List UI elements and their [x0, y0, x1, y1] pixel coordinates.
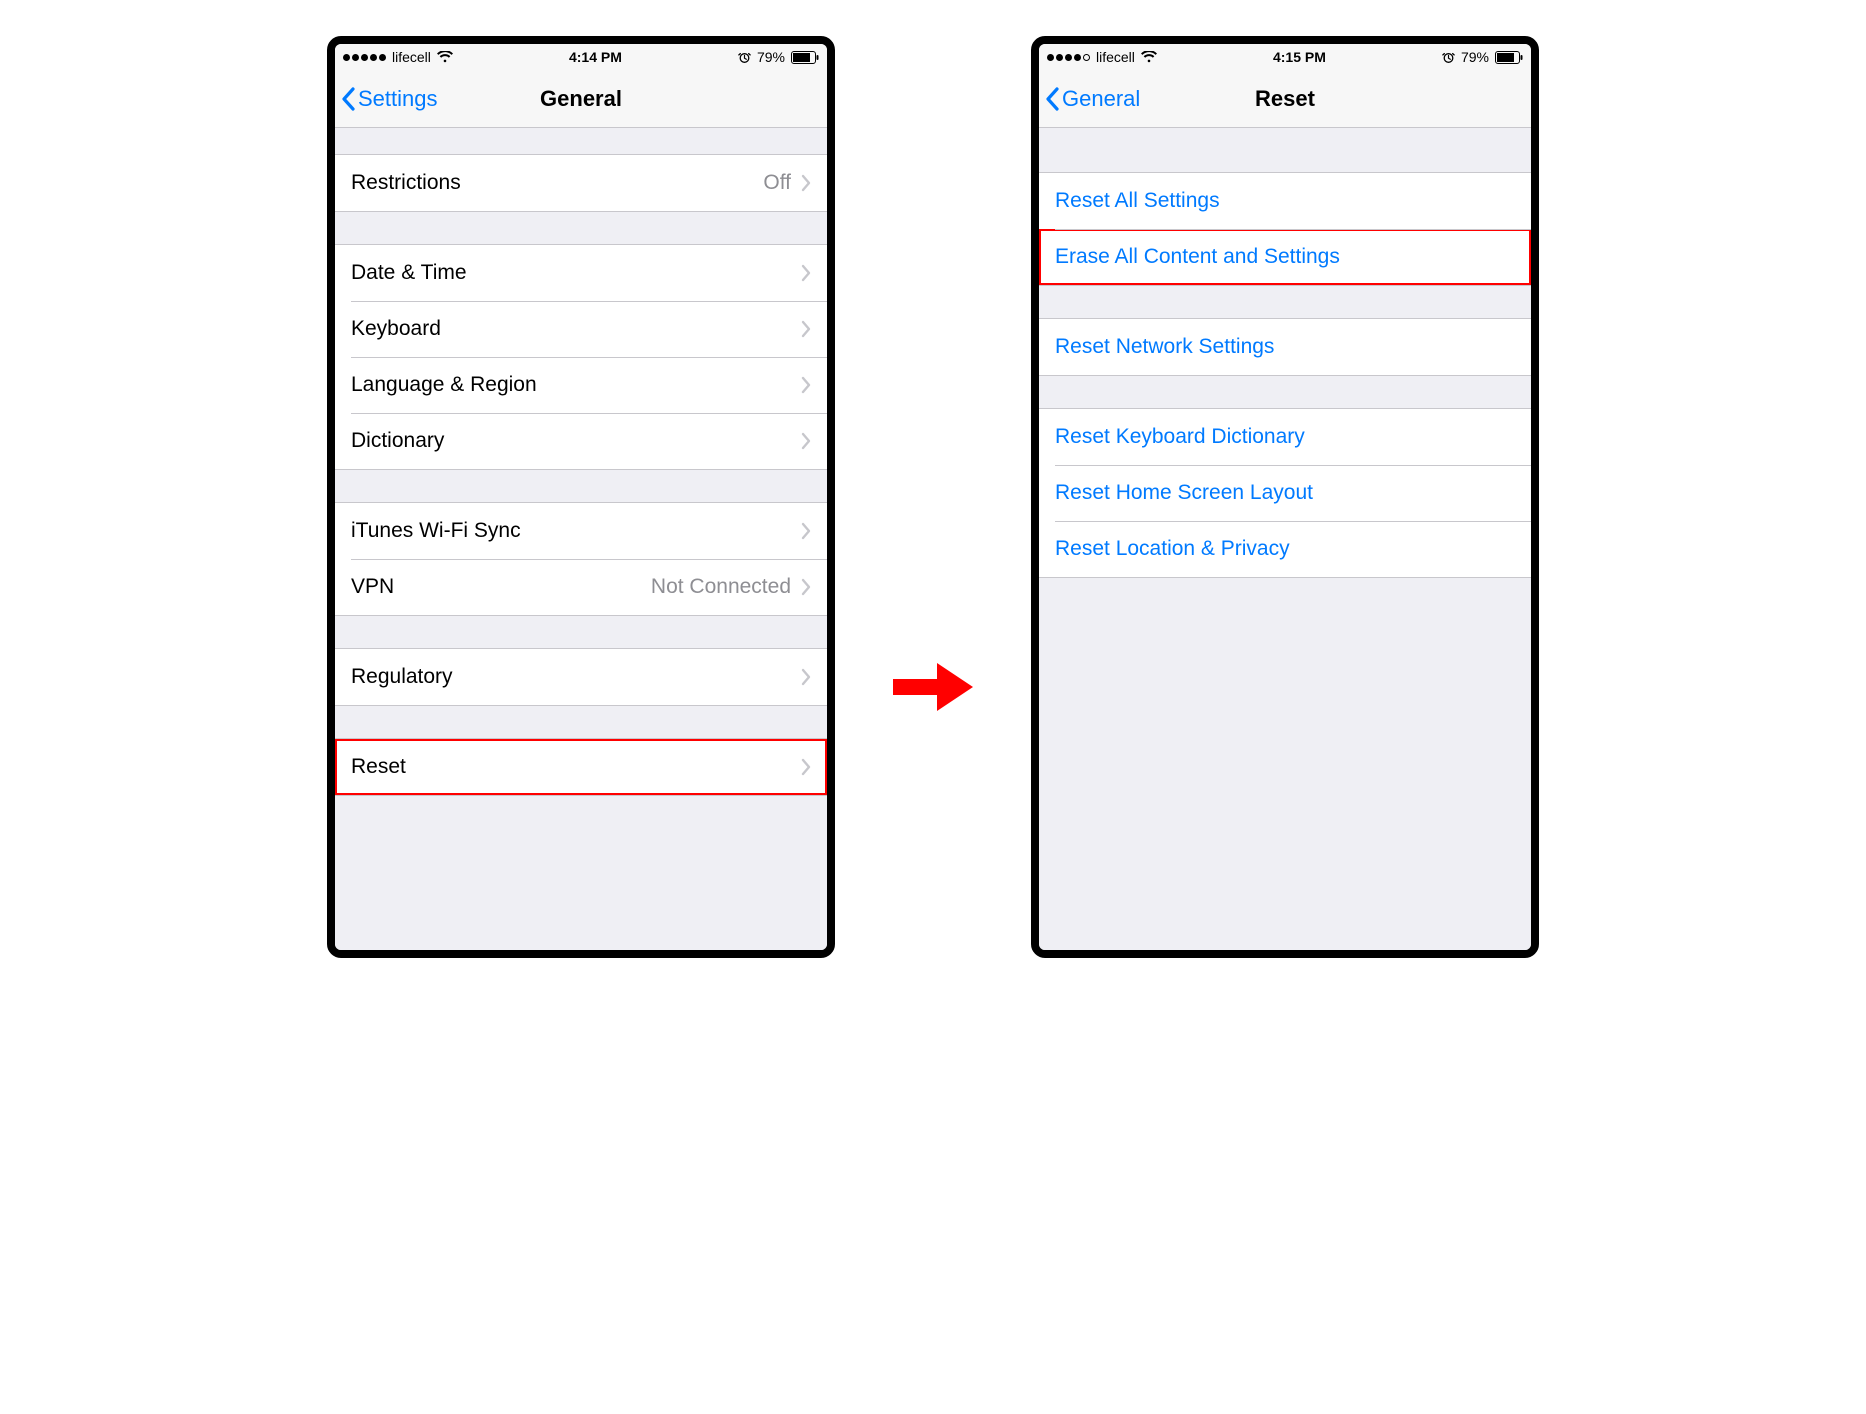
battery-percent-label: 79%	[757, 49, 785, 66]
signal-icon	[1047, 54, 1090, 61]
row-label: Reset Home Screen Layout	[1055, 480, 1515, 505]
back-button[interactable]: Settings	[341, 86, 438, 112]
nav-bar: Settings General	[335, 72, 827, 128]
settings-group: Reset All Settings Erase All Content and …	[1039, 172, 1531, 286]
row-reset-location-privacy[interactable]: Reset Location & Privacy	[1039, 521, 1531, 577]
chevron-right-icon	[801, 432, 811, 450]
row-label: Restrictions	[351, 170, 763, 195]
row-reset-home-screen-layout[interactable]: Reset Home Screen Layout	[1039, 465, 1531, 521]
wifi-icon	[437, 51, 453, 63]
status-bar: lifecell 4:14 PM 79%	[335, 44, 827, 72]
row-vpn[interactable]: VPNNot Connected	[335, 559, 827, 615]
row-itunes-wi-fi-sync[interactable]: iTunes Wi-Fi Sync	[335, 503, 827, 559]
row-value: Off	[763, 170, 791, 195]
nav-bar: General Reset	[1039, 72, 1531, 128]
row-reset-network-settings[interactable]: Reset Network Settings	[1039, 319, 1531, 375]
row-value: Not Connected	[651, 574, 791, 599]
clock-label: 4:15 PM	[1273, 49, 1326, 66]
chevron-right-icon	[801, 264, 811, 282]
settings-group: RestrictionsOff	[335, 154, 827, 212]
row-label: Keyboard	[351, 316, 801, 341]
alarm-icon	[738, 51, 751, 64]
carrier-label: lifecell	[1096, 49, 1135, 66]
clock-label: 4:14 PM	[569, 49, 622, 66]
carrier-label: lifecell	[392, 49, 431, 66]
settings-group: Reset Network Settings	[1039, 318, 1531, 376]
battery-percent-label: 79%	[1461, 49, 1489, 66]
row-label: Dictionary	[351, 428, 801, 453]
wifi-icon	[1141, 51, 1157, 63]
row-label: Reset Network Settings	[1055, 334, 1515, 359]
battery-icon	[1495, 51, 1523, 64]
phone-general: lifecell 4:14 PM 79% Se	[327, 36, 835, 958]
battery-icon	[791, 51, 819, 64]
settings-group: Regulatory	[335, 648, 827, 706]
back-label: General	[1062, 86, 1140, 112]
row-label: Erase All Content and Settings	[1055, 244, 1515, 269]
arrow-right-icon	[891, 657, 975, 717]
row-reset[interactable]: Reset	[335, 739, 827, 795]
row-restrictions[interactable]: RestrictionsOff	[335, 155, 827, 211]
chevron-right-icon	[801, 174, 811, 192]
settings-group: Date & Time Keyboard Language & Region Dict…	[335, 244, 827, 470]
settings-group: Reset	[335, 738, 827, 796]
chevron-left-icon	[1045, 87, 1060, 111]
phone-reset: lifecell 4:15 PM 79% Ge	[1031, 36, 1539, 958]
row-regulatory[interactable]: Regulatory	[335, 649, 827, 705]
row-dictionary[interactable]: Dictionary	[335, 413, 827, 469]
row-label: Reset	[351, 754, 801, 779]
chevron-right-icon	[801, 668, 811, 686]
chevron-right-icon	[801, 320, 811, 338]
settings-list: RestrictionsOff Date & Time Keyboard Langua…	[335, 128, 827, 950]
chevron-left-icon	[341, 87, 356, 111]
back-button[interactable]: General	[1045, 86, 1140, 112]
chevron-right-icon	[801, 758, 811, 776]
alarm-icon	[1442, 51, 1455, 64]
row-label: Language & Region	[351, 372, 801, 397]
row-label: Reset All Settings	[1055, 188, 1515, 213]
row-label: VPN	[351, 574, 651, 599]
row-erase-all-content-and-settings[interactable]: Erase All Content and Settings	[1039, 229, 1531, 285]
row-label: Regulatory	[351, 664, 801, 689]
chevron-right-icon	[801, 376, 811, 394]
row-label: Reset Keyboard Dictionary	[1055, 424, 1515, 449]
settings-group: Reset Keyboard Dictionary Reset Home Scre…	[1039, 408, 1531, 578]
row-label: Date & Time	[351, 260, 801, 285]
status-bar: lifecell 4:15 PM 79%	[1039, 44, 1531, 72]
row-label: iTunes Wi-Fi Sync	[351, 518, 801, 543]
row-reset-all-settings[interactable]: Reset All Settings	[1039, 173, 1531, 229]
signal-icon	[343, 54, 386, 61]
row-keyboard[interactable]: Keyboard	[335, 301, 827, 357]
chevron-right-icon	[801, 522, 811, 540]
back-label: Settings	[358, 86, 438, 112]
settings-list: Reset All Settings Erase All Content and …	[1039, 128, 1531, 950]
row-label: Reset Location & Privacy	[1055, 536, 1515, 561]
chevron-right-icon	[801, 578, 811, 596]
row-language-region[interactable]: Language & Region	[335, 357, 827, 413]
row-date-time[interactable]: Date & Time	[335, 245, 827, 301]
settings-group: iTunes Wi-Fi Sync VPNNot Connected	[335, 502, 827, 616]
row-reset-keyboard-dictionary[interactable]: Reset Keyboard Dictionary	[1039, 409, 1531, 465]
